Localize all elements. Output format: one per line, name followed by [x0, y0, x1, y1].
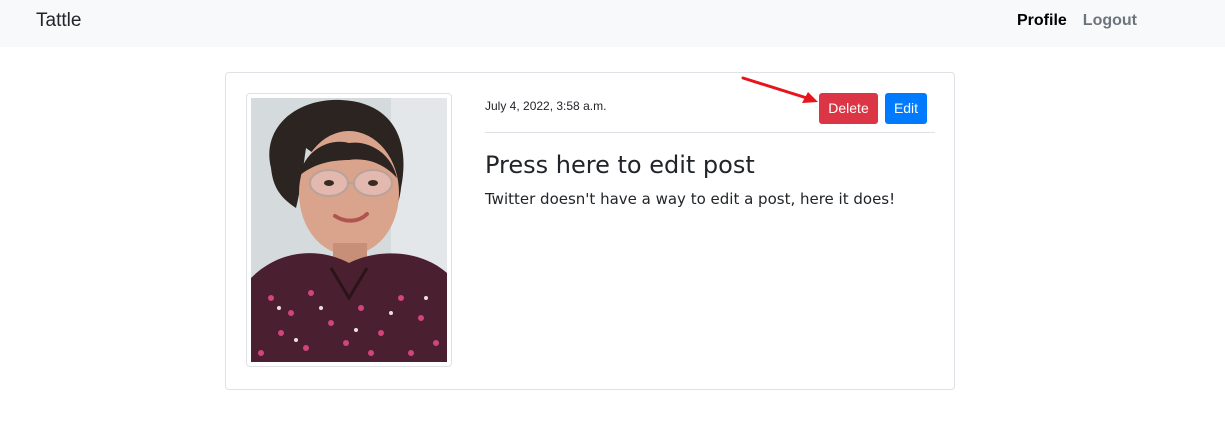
- profile-photo-illustration: [251, 98, 447, 362]
- navbar: Tattle Profile Logout: [0, 0, 1225, 47]
- profile-photo: [251, 98, 447, 362]
- post-timestamp: July 4, 2022, 3:58 a.m.: [485, 99, 607, 113]
- nav-links: Profile Logout: [1017, 12, 1137, 30]
- nav-link-profile[interactable]: Profile: [1017, 12, 1067, 30]
- nav-link-logout[interactable]: Logout: [1083, 12, 1137, 30]
- post-image-thumbnail: [246, 93, 452, 367]
- post-title[interactable]: Press here to edit post: [485, 151, 755, 179]
- edit-button[interactable]: Edit: [885, 93, 927, 124]
- brand-link[interactable]: Tattle: [36, 10, 81, 32]
- post-body: Twitter doesn't have a way to edit a pos…: [485, 190, 896, 208]
- divider: [485, 132, 935, 133]
- post-card: July 4, 2022, 3:58 a.m. Delete Edit Pres…: [225, 72, 955, 390]
- arrow-icon: [741, 76, 818, 103]
